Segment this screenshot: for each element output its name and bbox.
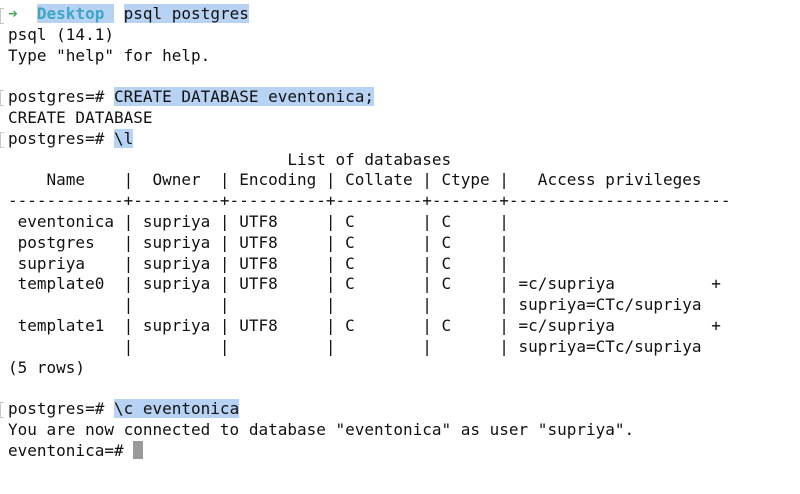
table-row: | | | | | supriya=CTc/supriya bbox=[8, 295, 702, 315]
text-cursor[interactable] bbox=[133, 440, 144, 459]
help-hint-line: Type "help" for help. bbox=[8, 45, 211, 65]
terminal-window[interactable]: ➜ Desktop psql postgres psql (14.1) Type… bbox=[0, 0, 800, 494]
table-row: supriya | supriya | UTF8 | C | C | bbox=[8, 253, 509, 273]
connect-result-line: You are now connected to database "event… bbox=[8, 419, 635, 439]
psql-version-line: psql (14.1) bbox=[8, 24, 114, 44]
table-row: template0 | supriya | UTF8 | C | C | =c/… bbox=[8, 274, 721, 294]
prompt-arrow-icon: ➜ bbox=[8, 4, 18, 23]
psql-prompt: postgres=# bbox=[8, 87, 105, 107]
current-directory: Desktop bbox=[36, 4, 105, 23]
line-marker-icon bbox=[0, 90, 4, 106]
line-marker-icon bbox=[0, 132, 4, 148]
connect-db-line: postgres=# \c eventonica bbox=[8, 399, 800, 420]
create-db-result: CREATE DATABASE bbox=[8, 107, 153, 127]
db-table-separator: ------------+---------+----------+------… bbox=[8, 191, 731, 211]
list-db-line: postgres=# \l bbox=[8, 128, 800, 150]
shell-command: psql postgres bbox=[123, 4, 249, 23]
table-row: | | | | | supriya=CTc/supriya bbox=[8, 336, 702, 356]
table-row: template1 | supriya | UTF8 | C | C | =c/… bbox=[8, 315, 721, 335]
create-db-command: CREATE DATABASE eventonica; bbox=[113, 87, 375, 107]
db-table-header: Name | Owner | Encoding | Collate | Ctyp… bbox=[8, 170, 702, 190]
psql-prompt: postgres=# bbox=[8, 399, 105, 419]
rows-count-line: (5 rows) bbox=[8, 357, 86, 377]
list-db-command: \l bbox=[113, 128, 134, 148]
table-row: eventonica | supriya | UTF8 | C | C | bbox=[8, 211, 509, 231]
db-table-title: List of databases bbox=[8, 149, 452, 169]
create-db-line: postgres=# CREATE DATABASE eventonica; bbox=[8, 87, 800, 108]
connect-db-command: \c eventonica bbox=[113, 399, 240, 419]
line-marker-icon bbox=[0, 8, 4, 24]
shell-prompt-line: ➜ Desktop psql postgres bbox=[8, 4, 800, 25]
psql-prompt: eventonica=# bbox=[8, 440, 124, 460]
table-row: postgres | supriya | UTF8 | C | C | bbox=[8, 232, 509, 252]
active-prompt-line[interactable]: eventonica=# bbox=[8, 440, 800, 462]
line-marker-icon bbox=[0, 402, 4, 418]
psql-prompt: postgres=# bbox=[8, 128, 105, 148]
